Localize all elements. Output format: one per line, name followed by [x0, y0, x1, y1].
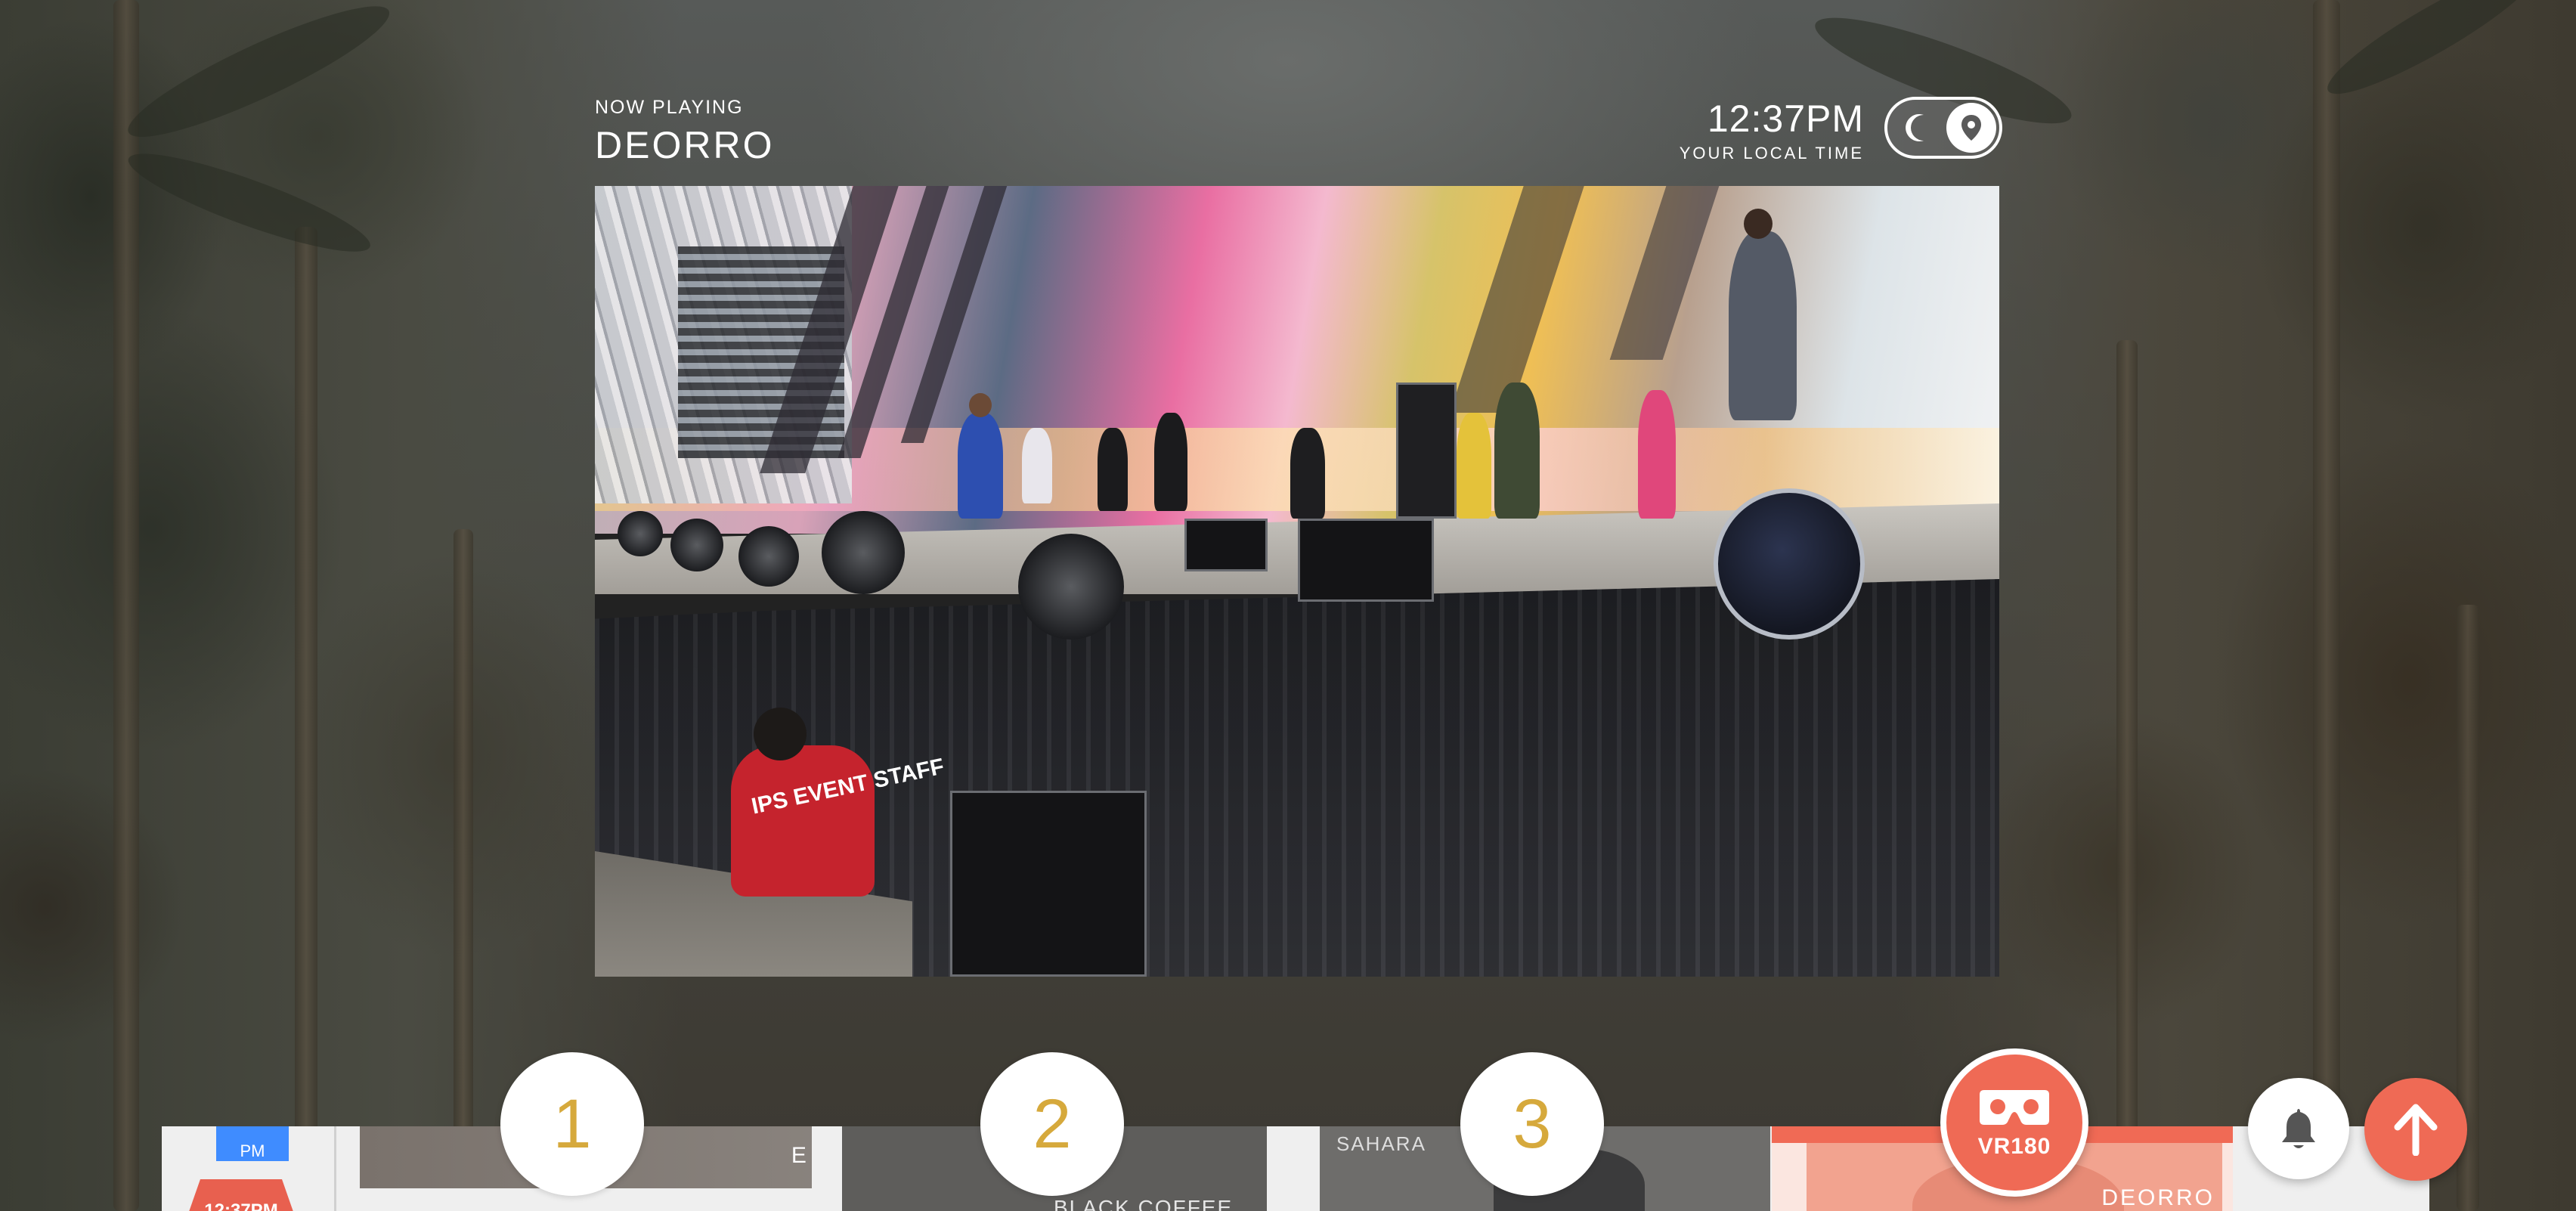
local-time-label: YOUR LOCAL TIME	[1679, 144, 1864, 163]
vr-headset-icon	[1980, 1090, 2049, 1125]
moon-icon	[1906, 114, 1924, 141]
live-video-player[interactable]: IPS EVENT STAFF	[595, 186, 1999, 977]
now-playing-artist: DEORRO	[595, 124, 775, 166]
time-badge: PM	[216, 1126, 289, 1161]
bell-icon	[2282, 1109, 2315, 1148]
card-title: DEORRO	[2101, 1185, 2215, 1210]
stage-label: SAHARA	[1336, 1132, 1426, 1155]
notifications-button[interactable]	[2248, 1078, 2349, 1179]
location-pin-icon	[1961, 115, 1981, 141]
start-time-chip: 12:37PM	[184, 1179, 298, 1211]
card-subtitle: BLACK COFFEE	[1054, 1196, 1234, 1211]
now-playing-label: NOW PLAYING	[595, 97, 744, 118]
now-playing: NOW PLAYING DEORRO	[595, 97, 774, 167]
local-time: 12:37PM	[1707, 98, 1864, 140]
rank-number-2[interactable]: 2	[980, 1052, 1124, 1196]
vr180-button[interactable]: VR180	[1940, 1048, 2088, 1197]
vr180-label: VR180	[1977, 1134, 2051, 1159]
scroll-to-top-button[interactable]	[2364, 1078, 2467, 1181]
toggle-knob[interactable]	[1946, 103, 1996, 153]
rank-number-1[interactable]: 1	[500, 1052, 644, 1196]
local-clock: 12:37PM YOUR LOCAL TIME	[1670, 97, 1864, 163]
arrow-up-icon	[2394, 1104, 2438, 1156]
rank-number-3[interactable]: 3	[1460, 1052, 1604, 1196]
theme-location-toggle[interactable]	[1884, 97, 2002, 159]
